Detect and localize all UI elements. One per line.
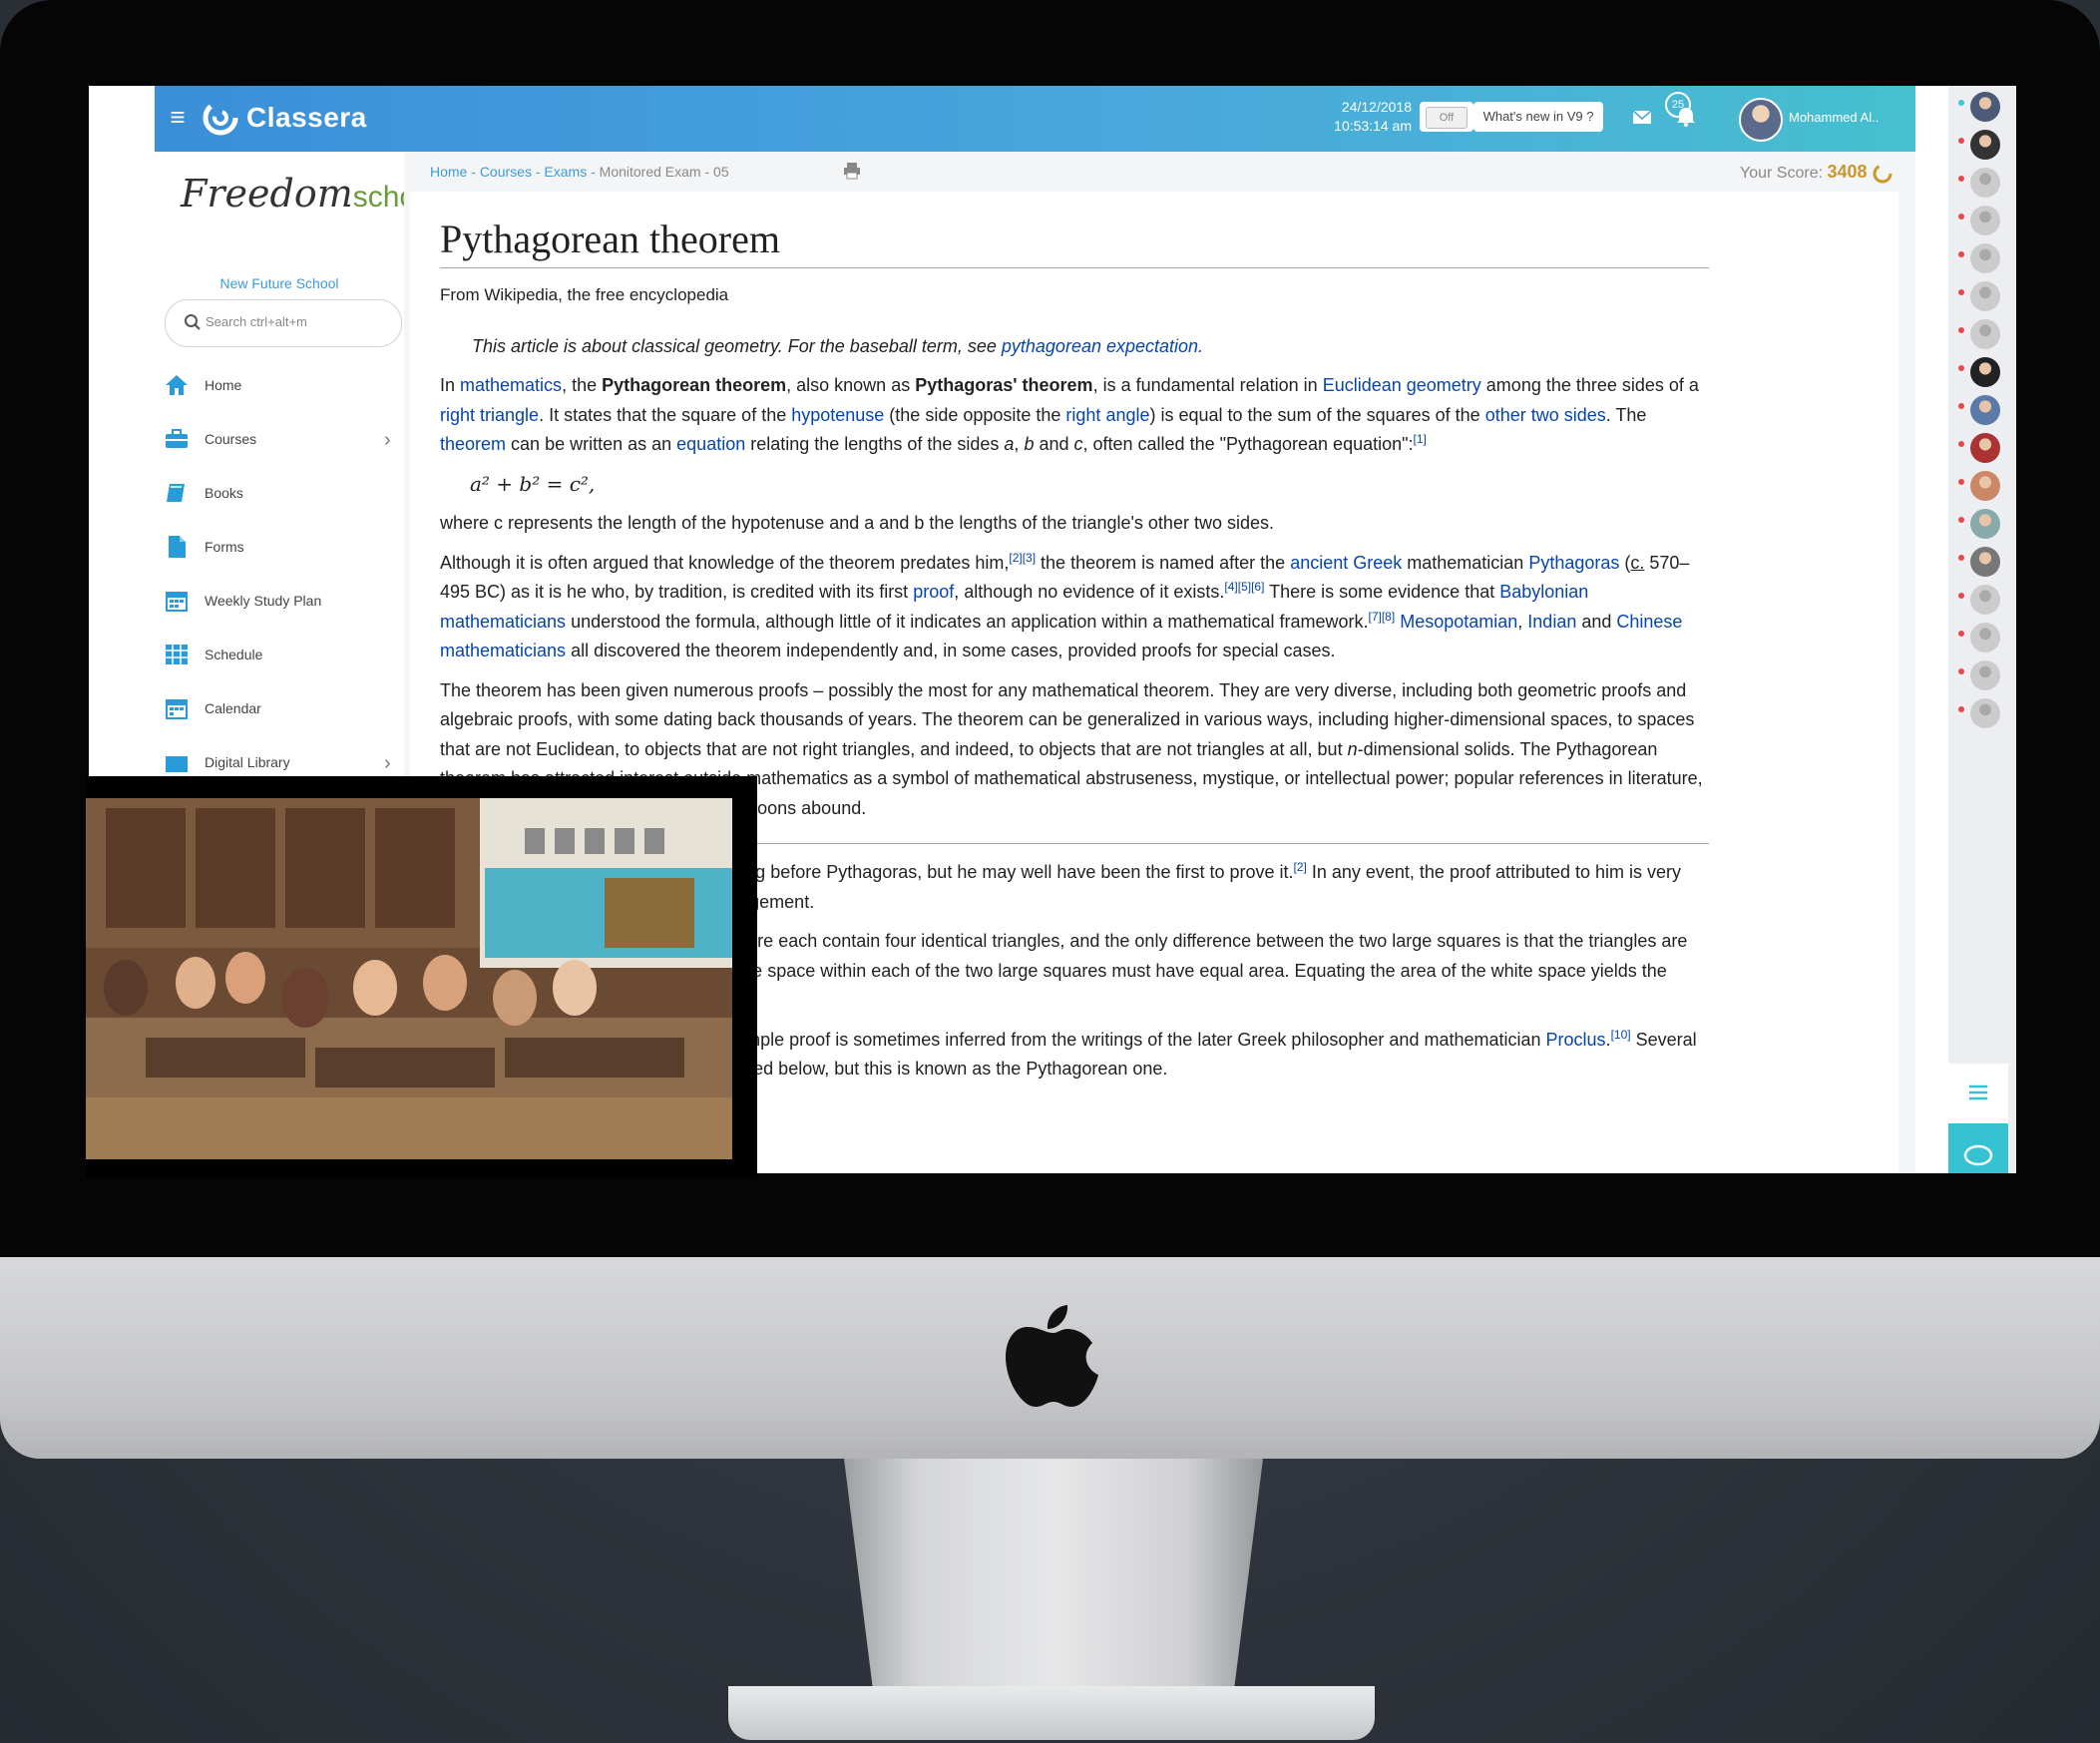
score-value: 3408 xyxy=(1827,162,1868,182)
mode-toggle[interactable]: Off xyxy=(1420,102,1473,132)
article-title: Pythagorean theorem xyxy=(440,214,1709,268)
sidebar-item-label: Books xyxy=(205,485,243,501)
participant-avatar[interactable] xyxy=(1970,92,2000,122)
search-input[interactable]: Search ctrl+alt+m xyxy=(165,299,402,347)
paragraph-2: where c represents the length of the hyp… xyxy=(440,513,1274,533)
participant-avatar[interactable] xyxy=(1970,660,2000,690)
paragraph-3: Although it is often argued that knowled… xyxy=(440,550,1690,661)
participant-avatar[interactable] xyxy=(1970,547,2000,577)
form-icon xyxy=(169,536,186,558)
breadcrumb-home[interactable]: Home xyxy=(430,164,467,180)
hatnote: This article is about classical geometry… xyxy=(472,335,1204,356)
school-name[interactable]: New Future School xyxy=(155,275,404,291)
chevron-right-icon: › xyxy=(384,752,391,774)
article-source: From Wikipedia, the free encyclopedia xyxy=(440,285,729,304)
notification-badge: 25 xyxy=(1665,92,1691,118)
participant-avatar[interactable] xyxy=(1970,243,2000,273)
participant-avatar[interactable] xyxy=(1970,206,2000,235)
breadcrumb-exams[interactable]: Exams xyxy=(544,164,587,180)
top-bar: ≡ Classera 24/12/2018 10:53:14 am Off Wh… xyxy=(155,86,1915,152)
sidebar-item-home[interactable]: Home xyxy=(165,365,404,405)
sidebar-item-courses[interactable]: Courses › xyxy=(165,419,404,459)
search-icon xyxy=(185,314,201,330)
formula: a² + b² = c², xyxy=(470,471,596,496)
date-text: 24/12/2018 xyxy=(1341,99,1412,115)
sidebar-item-calendar[interactable]: Calendar xyxy=(165,688,404,728)
participant-avatar[interactable] xyxy=(1970,357,2000,387)
apple-logo-icon xyxy=(1006,1305,1098,1407)
video-feed[interactable] xyxy=(86,776,757,1177)
participant-avatar[interactable] xyxy=(1970,281,2000,311)
score-label: Your Score: xyxy=(1740,165,1824,182)
participant-avatar[interactable] xyxy=(1970,395,2000,425)
breadcrumb-courses[interactable]: Courses xyxy=(480,164,532,180)
time-text: 10:53:14 am xyxy=(1334,118,1412,134)
toggle-label: Off xyxy=(1426,107,1468,129)
whats-new-button[interactable]: What's new in V9 ? xyxy=(1473,102,1603,132)
score-swirl-icon xyxy=(1873,164,1892,184)
datetime: 24/12/2018 10:53:14 am xyxy=(1302,98,1412,136)
list-toggle-button[interactable] xyxy=(1948,1064,2008,1123)
breadcrumb-current: Monitored Exam - 05 xyxy=(599,164,729,180)
classera-logo[interactable]: Classera xyxy=(201,96,367,140)
sidebar-item-weekly-study-plan[interactable]: Weekly Study Plan xyxy=(165,581,404,621)
calendar-icon xyxy=(166,592,188,612)
user-score: Your Score: 3408 xyxy=(1740,162,1893,185)
menu-icon[interactable]: ≡ xyxy=(163,102,193,132)
school-logo[interactable]: Freedomschool xyxy=(181,172,439,216)
paragraph-1: In mathematics, the Pythagorean theorem,… xyxy=(440,375,1699,454)
participant-avatar[interactable] xyxy=(1970,130,2000,160)
chat-icon xyxy=(1963,1144,1993,1166)
sidebar-item-forms[interactable]: Forms xyxy=(165,527,404,567)
grid-icon xyxy=(166,645,188,664)
briefcase-icon xyxy=(166,429,188,448)
app-name: Classera xyxy=(246,102,367,133)
participant-avatar[interactable] xyxy=(1970,319,2000,349)
participant-avatar[interactable] xyxy=(1970,623,2000,653)
participant-avatar[interactable] xyxy=(1970,168,2000,198)
search-placeholder: Search ctrl+alt+m xyxy=(206,314,307,329)
sidebar-item-books[interactable]: Books xyxy=(165,473,404,513)
calendar-icon xyxy=(166,699,188,719)
participant-avatar[interactable] xyxy=(1970,698,2000,728)
user-name[interactable]: Mohammed Al.. xyxy=(1789,110,1879,125)
sidebar-item-label: Courses xyxy=(205,431,257,447)
list-icon xyxy=(1969,1085,1987,1100)
sidebar-item-schedule[interactable]: Schedule xyxy=(165,635,404,674)
participant-avatar[interactable] xyxy=(1970,433,2000,463)
participant-avatar[interactable] xyxy=(1970,585,2000,615)
sidebar-item-label: Schedule xyxy=(205,647,263,662)
book-icon xyxy=(167,484,185,502)
link-pythagorean-expectation[interactable]: pythagorean expectation. xyxy=(1002,336,1203,356)
participant-avatar[interactable] xyxy=(1970,509,2000,539)
participant-avatar[interactable] xyxy=(1970,471,2000,501)
classera-swirl-icon xyxy=(203,100,238,136)
library-icon xyxy=(166,756,188,772)
school-logo-a: Freedom xyxy=(181,172,353,216)
classroom-video-frame xyxy=(86,798,732,1159)
chat-button[interactable] xyxy=(1948,1123,2008,1173)
sidebar-item-label: Home xyxy=(205,377,242,393)
participants-panel xyxy=(1948,86,2016,1173)
sidebar-item-label: Calendar xyxy=(205,700,261,716)
chevron-right-icon: › xyxy=(384,429,391,451)
home-icon xyxy=(166,375,188,395)
print-icon[interactable] xyxy=(843,162,861,180)
monitor-stand-base xyxy=(728,1686,1375,1740)
monitor-stand xyxy=(844,1459,1263,1693)
mail-icon[interactable] xyxy=(1631,106,1653,128)
sidebar-item-label: Weekly Study Plan xyxy=(205,593,322,609)
sidebar-item-label: Forms xyxy=(205,539,244,555)
user-avatar[interactable] xyxy=(1739,98,1783,142)
breadcrumb: Home - Courses - Exams - Monitored Exam … xyxy=(430,164,729,180)
sidebar-item-label: Digital Library xyxy=(205,754,290,770)
